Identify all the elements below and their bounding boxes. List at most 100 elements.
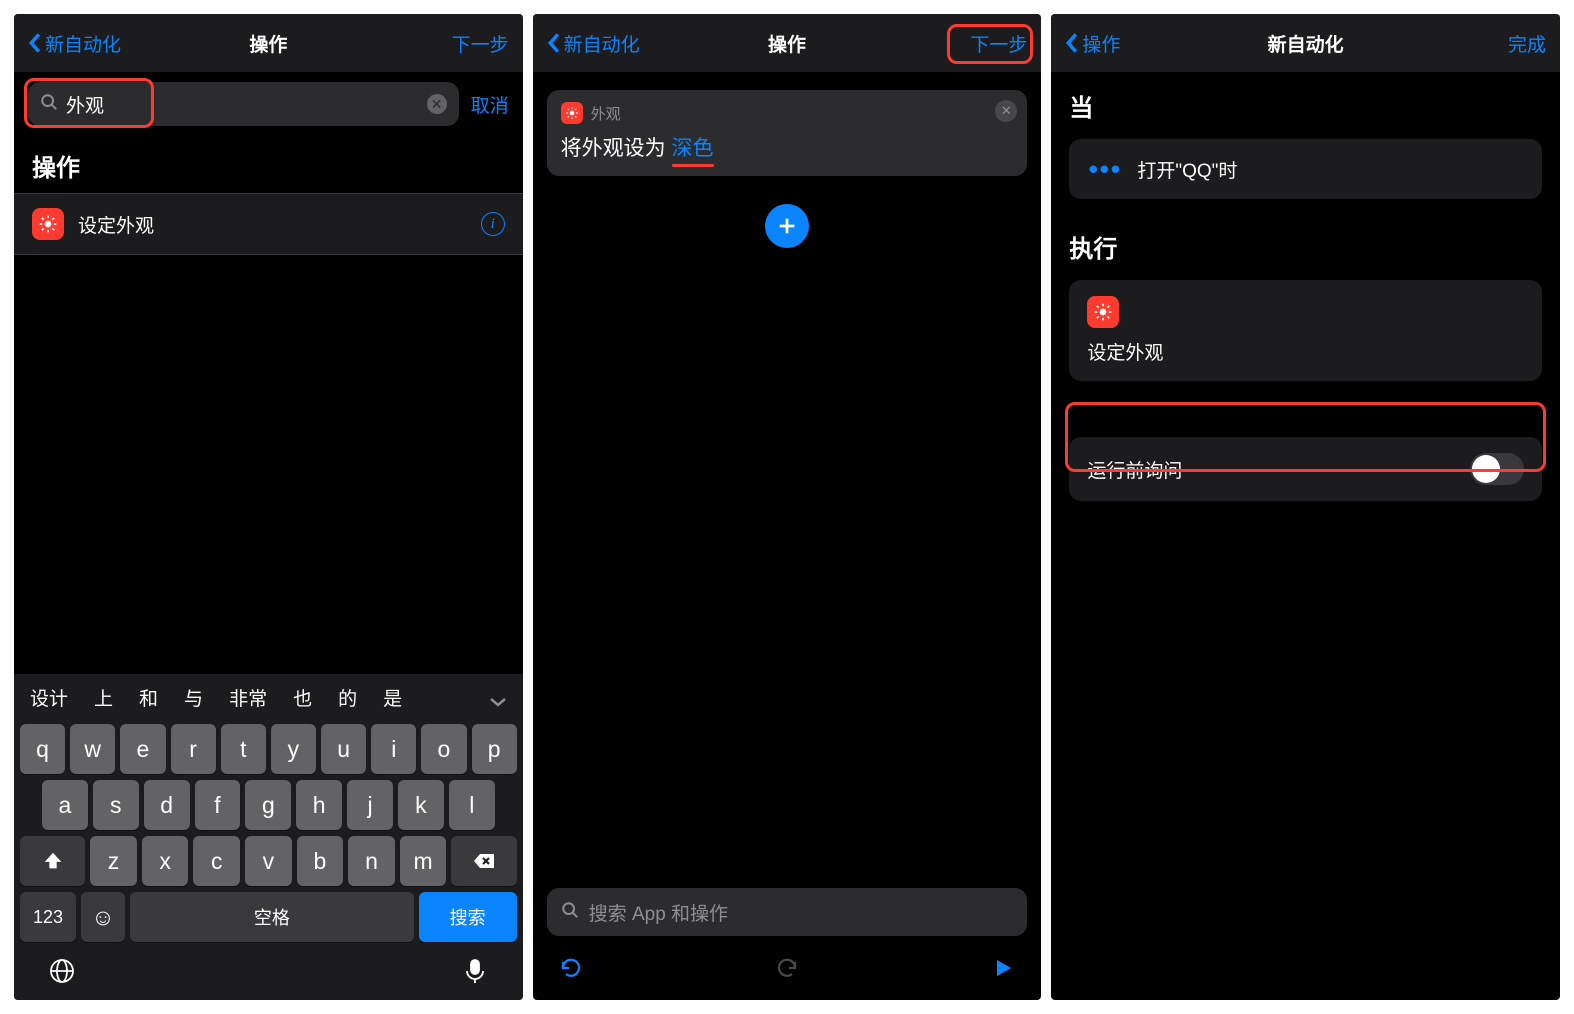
key-t[interactable]: t bbox=[221, 724, 266, 774]
key-y[interactable]: y bbox=[271, 724, 316, 774]
key-w[interactable]: w bbox=[70, 724, 115, 774]
candidate[interactable]: 是 bbox=[383, 684, 402, 711]
key-a[interactable]: a bbox=[42, 780, 88, 830]
key-u[interactable]: u bbox=[321, 724, 366, 774]
play-icon[interactable] bbox=[989, 954, 1017, 982]
chevron-down-icon[interactable] bbox=[489, 692, 507, 704]
chevron-left-icon bbox=[28, 32, 41, 54]
chevron-left-icon bbox=[1065, 32, 1078, 54]
bottom-area: 搜索 App 和操作 bbox=[533, 888, 1042, 1000]
key-h[interactable]: h bbox=[296, 780, 342, 830]
key-emoji[interactable]: ☺ bbox=[81, 892, 125, 942]
panel-2-action-editor: 新自动化 操作 下一步 外观 ✕ 将外观设为 深色 搜索 App 和操作 bbox=[533, 14, 1042, 1000]
kb-row-1: q w e r t y u i o p bbox=[14, 721, 523, 777]
sun-icon bbox=[32, 208, 64, 240]
search-input-value: 外观 bbox=[66, 91, 419, 118]
candidate[interactable]: 和 bbox=[139, 684, 158, 711]
key-search[interactable]: 搜索 bbox=[419, 892, 517, 942]
key-z[interactable]: z bbox=[90, 836, 137, 886]
key-backspace[interactable] bbox=[451, 836, 516, 886]
nav-next[interactable]: 下一步 bbox=[937, 30, 1027, 57]
info-icon[interactable]: i bbox=[481, 212, 505, 236]
action-param-dark[interactable]: 深色 bbox=[672, 137, 714, 160]
nav-done-label: 完成 bbox=[1508, 30, 1546, 57]
nav-back[interactable]: 新自动化 bbox=[28, 30, 121, 57]
bottom-search-placeholder: 搜索 App 和操作 bbox=[589, 899, 1014, 926]
key-o[interactable]: o bbox=[421, 724, 466, 774]
search-icon bbox=[561, 901, 579, 924]
result-row-set-appearance[interactable]: 设定外观 i bbox=[14, 193, 523, 255]
key-x[interactable]: x bbox=[142, 836, 189, 886]
action-card-appearance: 外观 ✕ 将外观设为 深色 bbox=[547, 90, 1028, 176]
kb-footer bbox=[14, 945, 523, 990]
sun-icon bbox=[1087, 296, 1119, 328]
candidate-bar: 设计 上 和 与 非常 也 的 是 bbox=[14, 674, 523, 721]
add-action-button[interactable] bbox=[765, 204, 809, 248]
action-card-label: 设定外观 bbox=[1087, 338, 1524, 365]
nav-title: 操作 bbox=[768, 30, 806, 57]
key-b[interactable]: b bbox=[297, 836, 344, 886]
key-d[interactable]: d bbox=[144, 780, 190, 830]
editor-toolbar bbox=[547, 954, 1028, 990]
nav-title: 新自动化 bbox=[1268, 30, 1344, 57]
action-card[interactable]: 设定外观 bbox=[1069, 280, 1542, 381]
key-p[interactable]: p bbox=[472, 724, 517, 774]
nav-back[interactable]: 操作 bbox=[1065, 30, 1155, 57]
candidate[interactable]: 设计 bbox=[30, 684, 68, 711]
key-g[interactable]: g bbox=[245, 780, 291, 830]
condition-card[interactable]: ••• 打开"QQ"时 bbox=[1069, 139, 1542, 199]
nav-bar: 新自动化 操作 下一步 bbox=[533, 14, 1042, 72]
key-m[interactable]: m bbox=[400, 836, 447, 886]
action-sentence-prefix: 将外观设为 bbox=[561, 137, 672, 160]
search-icon bbox=[40, 93, 58, 116]
key-j[interactable]: j bbox=[347, 780, 393, 830]
clear-search-icon[interactable]: ✕ bbox=[427, 94, 447, 114]
key-l[interactable]: l bbox=[449, 780, 495, 830]
key-s[interactable]: s bbox=[93, 780, 139, 830]
key-r[interactable]: r bbox=[171, 724, 216, 774]
keyboard: 设计 上 和 与 非常 也 的 是 q w e r t y u i o p a … bbox=[14, 674, 523, 1000]
key-shift[interactable] bbox=[20, 836, 85, 886]
key-n[interactable]: n bbox=[348, 836, 395, 886]
nav-back[interactable]: 新自动化 bbox=[547, 30, 640, 57]
globe-icon[interactable] bbox=[48, 957, 76, 990]
action-param-label: 深色 bbox=[672, 137, 714, 160]
section-header-actions: 操作 bbox=[14, 132, 523, 193]
results-list: 设定外观 i bbox=[14, 193, 523, 255]
ask-before-run-label: 运行前询问 bbox=[1087, 456, 1470, 483]
panel-3-automation-summary: 操作 新自动化 完成 当 ••• 打开"QQ"时 执行 设定外观 运行前询问 bbox=[1051, 14, 1560, 1000]
candidate[interactable]: 非常 bbox=[229, 684, 267, 711]
kb-row-2: a s d f g h j k l bbox=[14, 777, 523, 833]
nav-back-label: 新自动化 bbox=[45, 30, 121, 57]
nav-next[interactable]: 下一步 bbox=[419, 30, 509, 57]
key-v[interactable]: v bbox=[245, 836, 292, 886]
cancel-search-button[interactable]: 取消 bbox=[471, 91, 509, 118]
bottom-search-field[interactable]: 搜索 App 和操作 bbox=[547, 888, 1028, 936]
nav-back-label: 操作 bbox=[1082, 30, 1120, 57]
key-c[interactable]: c bbox=[193, 836, 240, 886]
candidate[interactable]: 也 bbox=[293, 684, 312, 711]
candidate[interactable]: 与 bbox=[184, 684, 203, 711]
card-close-icon[interactable]: ✕ bbox=[995, 100, 1017, 122]
action-sentence: 将外观设为 深色 bbox=[561, 132, 1014, 162]
mic-icon[interactable] bbox=[461, 957, 489, 990]
undo-icon[interactable] bbox=[557, 954, 585, 982]
key-q[interactable]: q bbox=[20, 724, 65, 774]
key-space[interactable]: 空格 bbox=[130, 892, 414, 942]
key-k[interactable]: k bbox=[398, 780, 444, 830]
candidate[interactable]: 上 bbox=[94, 684, 113, 711]
action-card-head: 外观 bbox=[561, 102, 1014, 124]
key-e[interactable]: e bbox=[120, 724, 165, 774]
candidate[interactable]: 的 bbox=[338, 684, 357, 711]
condition-label: 打开"QQ"时 bbox=[1137, 156, 1524, 183]
nav-next-label: 下一步 bbox=[452, 30, 509, 57]
ask-before-run-toggle[interactable] bbox=[1470, 453, 1524, 485]
search-field[interactable]: 外观 ✕ bbox=[28, 82, 459, 126]
nav-bar: 新自动化 操作 下一步 bbox=[14, 14, 523, 72]
key-123[interactable]: 123 bbox=[20, 892, 76, 942]
key-i[interactable]: i bbox=[371, 724, 416, 774]
nav-title: 操作 bbox=[249, 30, 287, 57]
key-f[interactable]: f bbox=[195, 780, 241, 830]
nav-done[interactable]: 完成 bbox=[1456, 30, 1546, 57]
result-label: 设定外观 bbox=[78, 211, 467, 238]
